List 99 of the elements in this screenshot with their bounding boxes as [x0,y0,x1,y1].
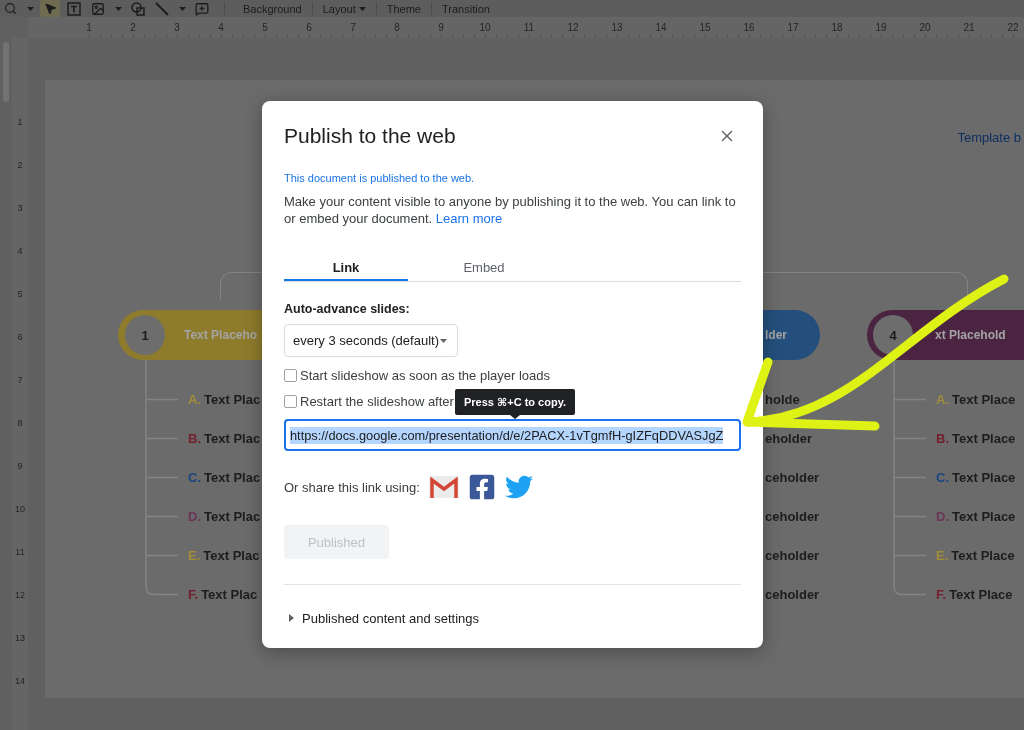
ruler-number: 4 [217,21,225,34]
item-letter: F. [188,587,199,602]
item-text: holde [765,392,800,407]
twitter-icon[interactable] [504,473,533,501]
item-letter: B. [188,431,201,446]
menu-button[interactable]: Transition [436,0,496,17]
item-text: Text Place [952,392,1016,407]
settings-expander[interactable]: Published content and settings [284,609,480,627]
ruler-number: 8 [393,21,401,34]
tooltip: Press ⌘+C to copy. [455,389,575,419]
item-text: ceholder [765,587,820,602]
item-text: Text Place [949,587,1013,602]
item-text: Text Plac [204,431,261,446]
description-text: Make your content visible to anyone by publishing it to the web. You can link to or embed your document. Learn more [284,193,737,227]
pill-title: lder [765,328,787,342]
ruler-number: 22 [1006,21,1020,34]
ruler-number: 3 [173,21,181,34]
text-box-icon [67,1,81,16]
checkbox[interactable] [284,394,297,408]
item-text: Text Plac [204,509,261,524]
ruler-number: 12 [566,21,580,34]
tab[interactable]: Link [284,253,408,281]
share-label: Or share this link using: [284,479,420,495]
ruler-number: 20 [918,21,932,34]
caret-icon [26,6,34,11]
checkbox-label: Restart the slideshow after [300,393,454,409]
ruler-number: 12 [15,588,25,602]
ruler-number: 6 [17,330,23,344]
ruler-number: 10 [15,502,25,516]
item-text: ceholder [765,548,820,563]
item-text: ceholder [765,509,820,524]
tool-button[interactable] [64,0,84,17]
shapes-icon [131,1,145,16]
status-text: This document is published to the web. [284,171,476,185]
item-text: Text Plac [203,548,260,563]
ruler-number: 14 [15,674,25,688]
item-text: Text Plac [201,587,258,602]
item-text: Text Place [952,431,1016,446]
item-text: eholder [765,431,812,446]
pill-title: Text Placeho [184,328,258,342]
field-label: Auto-advance slides: [284,301,411,317]
number-badge: 1 [125,315,165,355]
ruler-number: 1 [85,21,93,34]
tool-button[interactable] [40,0,60,17]
checkbox-label: Start slideshow as soon as the player loads [300,367,551,383]
checkbox[interactable] [284,368,297,382]
pill-title: xt Placehold [935,328,1006,342]
comment-plus-icon [195,1,209,16]
item-letter: C. [188,470,201,485]
link-field[interactable]: https://docs.google.com/presentation/d/e/2PACX-1vTgmfH-gIZFqDDVASJgZ [284,419,741,451]
menu-button[interactable]: Theme [380,0,427,17]
cursor-icon [43,2,57,15]
item-text: Text Plac [204,470,261,485]
caret-icon [178,6,186,11]
ruler-number: 21 [962,21,976,34]
ruler-number: 13 [15,631,25,645]
item-text: ceholder [765,470,820,485]
ruler-number: 17 [786,21,800,34]
magnifier-icon [3,2,17,15]
caret-icon [114,6,122,11]
auto-advance-select[interactable]: every 3 seconds (default) [284,324,458,357]
item-text: Text Plac [204,392,261,407]
facebook-icon[interactable] [467,473,496,501]
item-letter: F. [936,587,947,602]
ruler-number: 18 [830,21,844,34]
slide-header-text: Template b [957,130,1021,145]
ruler-number: 19 [874,21,888,34]
ruler-number: 11 [522,21,536,34]
ruler-number: 15 [698,21,712,34]
caret-icon [440,338,447,343]
item-letter: C. [936,470,949,485]
image-icon [91,1,105,16]
ruler-number: 2 [17,158,23,172]
ruler-number: 14 [654,21,668,34]
item-text: Text Place [952,470,1016,485]
ruler-number: 13 [610,21,624,34]
line-icon [155,1,169,16]
gmail-icon[interactable] [428,476,459,498]
tab[interactable]: Embed [422,253,546,281]
item-text: Text Place [952,509,1016,524]
ruler-number: 5 [261,21,269,34]
ruler-number: 5 [17,287,23,301]
tool-button[interactable] [128,0,148,17]
ruler-number: 11 [15,545,25,559]
ruler-number: 10 [478,21,492,34]
learn-more-link[interactable]: Learn more [435,211,503,226]
ruler-number: 8 [17,416,23,430]
ruler-number: 7 [349,21,357,34]
item-letter: B. [936,431,949,446]
ruler-number: 2 [129,21,137,34]
ruler-number: 9 [17,459,23,473]
ruler-number: 1 [17,115,23,129]
item-text: Text Place [951,548,1015,563]
menu-button[interactable]: Background [237,0,308,17]
dialog-title: Publish to the web [284,123,456,149]
ruler-number: 16 [742,21,756,34]
ruler-number: 6 [305,21,313,34]
ruler-number: 7 [17,373,23,387]
menu-button[interactable]: Layout [316,0,372,17]
